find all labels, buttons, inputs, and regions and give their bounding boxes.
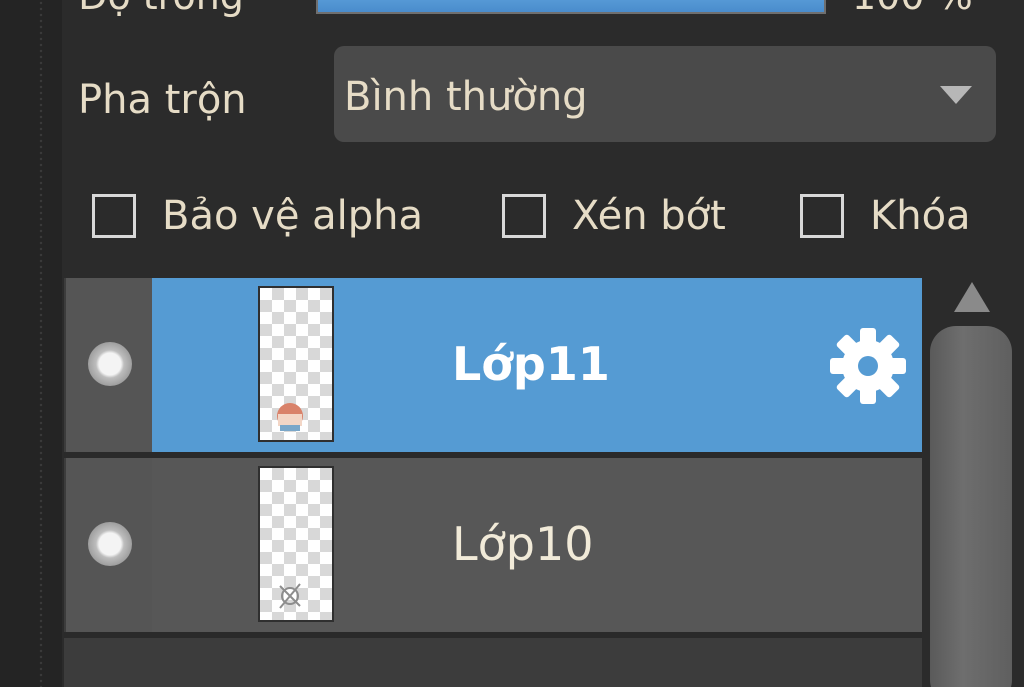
layer-thumbnail (258, 466, 334, 622)
visibility-column (66, 458, 152, 632)
layer-list-scrollbar[interactable] (926, 278, 1024, 687)
layer-name: Lớp10 (452, 517, 594, 571)
visibility-column (66, 278, 152, 452)
opacity-slider[interactable] (316, 0, 826, 14)
lock-label: Khóa (870, 193, 971, 239)
scroll-up-arrow-icon[interactable] (954, 282, 990, 312)
blend-mode-select[interactable]: Bình thường (334, 46, 996, 142)
panel-splitter[interactable] (0, 0, 62, 687)
layer-panel: Độ trong 100 % Pha trộn Bình thường Bảo … (0, 0, 1024, 687)
clip-label: Xén bớt (572, 193, 726, 239)
layer-row-body[interactable]: Lớp11 (152, 278, 922, 452)
clip-checkbox[interactable]: Xén bớt (502, 188, 726, 244)
lock-checkbox[interactable]: Khóa (800, 188, 971, 244)
visibility-toggle-icon[interactable] (88, 522, 132, 566)
chevron-down-icon (940, 86, 972, 104)
character-thumbnail-icon (277, 403, 303, 431)
layer-list: Lớp11 Lớp10 (64, 278, 922, 687)
layer-separator (64, 632, 922, 638)
layer-thumbnail (258, 286, 334, 442)
protect-alpha-box[interactable] (92, 194, 136, 238)
scrollbar-thumb[interactable] (930, 326, 1012, 687)
layer-row-lop10[interactable]: Lớp10 (66, 458, 922, 632)
opacity-label: Độ trong (78, 0, 244, 18)
blend-mode-label: Pha trộn (78, 77, 247, 123)
visibility-toggle-icon[interactable] (88, 342, 132, 386)
sketch-thumbnail-icon (279, 583, 301, 609)
gear-icon[interactable] (826, 324, 910, 408)
layer-name: Lớp11 (452, 337, 610, 391)
opacity-value: 100 % (852, 0, 973, 18)
clip-box[interactable] (502, 194, 546, 238)
protect-alpha-checkbox[interactable]: Bảo vệ alpha (92, 188, 423, 244)
layer-row-body[interactable]: Lớp10 (152, 458, 922, 632)
lock-box[interactable] (800, 194, 844, 238)
splitter-grip[interactable] (38, 0, 44, 687)
layer-row-lop11[interactable]: Lớp11 (66, 278, 922, 452)
protect-alpha-label: Bảo vệ alpha (162, 193, 424, 239)
blend-mode-value: Bình thường (344, 74, 588, 120)
